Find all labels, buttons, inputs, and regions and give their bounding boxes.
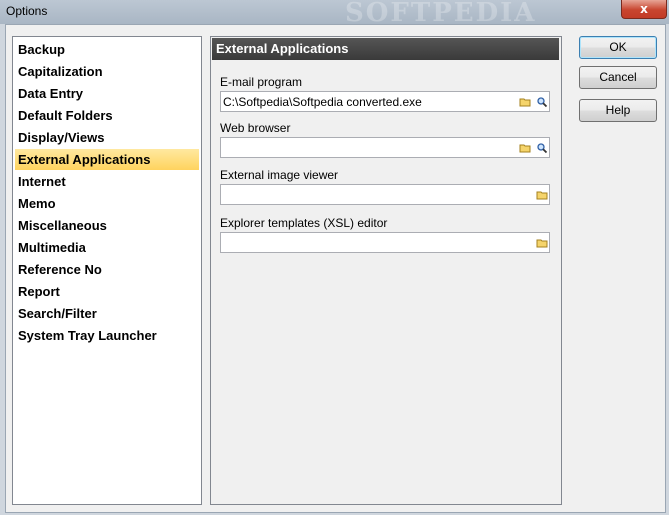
folder-icon[interactable] bbox=[519, 142, 531, 154]
web-browser-label: Web browser bbox=[220, 121, 291, 135]
image-viewer-label: External image viewer bbox=[220, 168, 339, 182]
email-program-value[interactable]: C:\Softpedia\Softpedia converted.exe bbox=[223, 95, 422, 109]
xsl-editor-field[interactable] bbox=[220, 232, 550, 253]
category-external-applications[interactable]: External Applications bbox=[15, 149, 199, 170]
category-system-tray-launcher[interactable]: System Tray Launcher bbox=[15, 325, 199, 346]
image-viewer-field[interactable] bbox=[220, 184, 550, 205]
folder-icon[interactable] bbox=[536, 189, 548, 201]
category-report[interactable]: Report bbox=[15, 281, 199, 302]
search-icon[interactable] bbox=[536, 142, 548, 154]
category-capitalization[interactable]: Capitalization bbox=[15, 61, 199, 82]
category-list[interactable]: Backup Capitalization Data Entry Default… bbox=[12, 36, 202, 505]
xsl-editor-label: Explorer templates (XSL) editor bbox=[220, 216, 388, 230]
folder-icon[interactable] bbox=[519, 96, 531, 108]
category-backup[interactable]: Backup bbox=[15, 39, 199, 60]
web-browser-field[interactable] bbox=[220, 137, 550, 158]
window-title: Options bbox=[6, 4, 48, 18]
cancel-button[interactable]: Cancel bbox=[579, 66, 657, 89]
dialog-client: Backup Capitalization Data Entry Default… bbox=[5, 24, 666, 513]
email-program-label: E-mail program bbox=[220, 75, 303, 89]
search-icon[interactable] bbox=[536, 96, 548, 108]
category-data-entry[interactable]: Data Entry bbox=[15, 83, 199, 104]
category-internet[interactable]: Internet bbox=[15, 171, 199, 192]
category-reference-no[interactable]: Reference No bbox=[15, 259, 199, 280]
category-display-views[interactable]: Display/Views bbox=[15, 127, 199, 148]
close-button[interactable]: x bbox=[621, 0, 667, 19]
folder-icon[interactable] bbox=[536, 237, 548, 249]
category-multimedia[interactable]: Multimedia bbox=[15, 237, 199, 258]
email-program-field[interactable]: C:\Softpedia\Softpedia converted.exe bbox=[220, 91, 550, 112]
category-miscellaneous[interactable]: Miscellaneous bbox=[15, 215, 199, 236]
settings-panel: External Applications E-mail program C:\… bbox=[210, 36, 562, 505]
category-default-folders[interactable]: Default Folders bbox=[15, 105, 199, 126]
category-search-filter[interactable]: Search/Filter bbox=[15, 303, 199, 324]
ok-button[interactable]: OK bbox=[579, 36, 657, 59]
help-button[interactable]: Help bbox=[579, 99, 657, 122]
category-memo[interactable]: Memo bbox=[15, 193, 199, 214]
panel-title: External Applications bbox=[212, 38, 559, 60]
title-bar: Options SOFTPEDIA x bbox=[0, 0, 669, 28]
